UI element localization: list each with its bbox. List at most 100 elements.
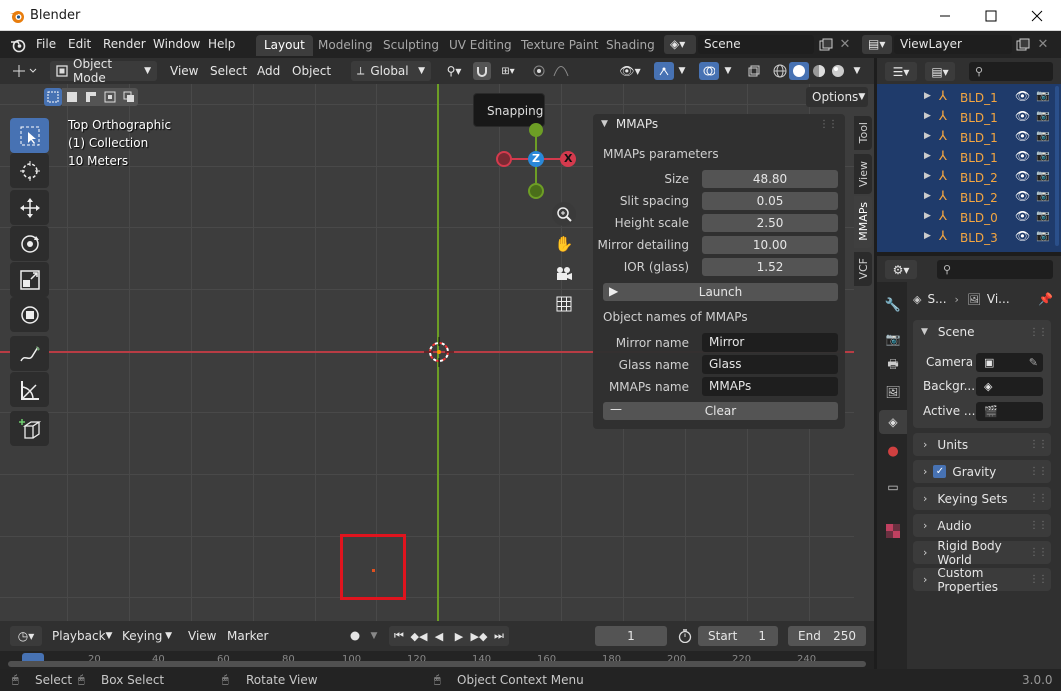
- tab-texture-paint[interactable]: Texture Paint: [513, 35, 606, 56]
- tool-cursor[interactable]: [10, 153, 49, 188]
- menu-edit[interactable]: Edit: [68, 37, 91, 51]
- expand-arrow-icon[interactable]: ▶: [924, 191, 931, 201]
- camera-render-icon[interactable]: 📷: [1036, 149, 1050, 162]
- transform-orientation-dropdown[interactable]: ⟂ Global ▼: [351, 61, 431, 81]
- proportional-editing-icon[interactable]: [530, 62, 548, 80]
- select-extend-icon[interactable]: [62, 88, 81, 106]
- tool-move[interactable]: [10, 190, 49, 225]
- editor-type-icon[interactable]: [10, 62, 42, 80]
- tool-transform[interactable]: [10, 297, 49, 332]
- outliner-scrollbar[interactable]: [1055, 86, 1059, 246]
- outliner-editor-type-icon[interactable]: ☰▾: [885, 62, 917, 81]
- viewport-menu-add[interactable]: Add: [257, 64, 280, 78]
- tab-tool[interactable]: Tool: [854, 116, 872, 150]
- collection-properties-icon[interactable]: ▭: [883, 478, 903, 496]
- expand-arrow-icon[interactable]: ▶: [924, 111, 931, 121]
- drag-handle-icon[interactable]: ⋮⋮: [1029, 547, 1048, 558]
- menu-help[interactable]: Help: [208, 37, 235, 51]
- texture-properties-icon[interactable]: [883, 522, 903, 540]
- list-item[interactable]: ▶ ⅄ BLD_1 👁 📷: [877, 108, 1061, 128]
- stopwatch-icon[interactable]: [675, 626, 695, 646]
- eye-icon[interactable]: 👁: [1015, 229, 1030, 243]
- timeline-ruler[interactable]: 20 40 60 80 100 120 140 160 180 200 220 …: [0, 651, 874, 669]
- menu-window[interactable]: Window: [153, 37, 200, 51]
- start-frame-field[interactable]: Start 1: [698, 626, 778, 646]
- eye-icon[interactable]: 👁: [1015, 189, 1030, 203]
- tab-view[interactable]: View: [854, 154, 872, 194]
- tab-vcf[interactable]: VCF: [854, 252, 872, 286]
- gizmo-dropdown-icon[interactable]: ▼: [675, 62, 689, 80]
- prev-keyframe-icon[interactable]: ◆◀: [409, 626, 429, 646]
- visibility-icon[interactable]: 👁▾: [617, 62, 643, 80]
- drag-handle-icon[interactable]: ⋮⋮: [1029, 466, 1048, 477]
- list-item[interactable]: ▶ ⅄ BLD_1 👁 📷: [877, 88, 1061, 108]
- units-panel[interactable]: › Units ⋮⋮: [913, 433, 1051, 456]
- next-keyframe-icon[interactable]: ▶◆: [469, 626, 489, 646]
- viewport-menu-object[interactable]: Object: [292, 64, 331, 78]
- pin-icon[interactable]: 📌: [1038, 292, 1053, 306]
- play-reverse-icon[interactable]: ◀: [429, 626, 449, 646]
- overlays-dropdown-icon[interactable]: ▼: [721, 62, 735, 80]
- eye-icon[interactable]: 👁: [1015, 109, 1030, 123]
- scene-properties-icon[interactable]: ◈: [879, 410, 907, 434]
- drag-handle-icon[interactable]: ⋮⋮: [1029, 493, 1048, 504]
- navigation-gizmo[interactable]: Z X: [494, 120, 578, 200]
- drag-handle-icon[interactable]: ⋮⋮: [1029, 574, 1048, 585]
- eye-icon[interactable]: 👁: [1015, 209, 1030, 223]
- active-clip-field[interactable]: 🎬: [976, 402, 1043, 421]
- mirror-name-input[interactable]: Mirror: [702, 333, 838, 352]
- timeline-menu-view[interactable]: View: [188, 629, 216, 643]
- audio-panel[interactable]: › Audio ⋮⋮: [913, 514, 1051, 537]
- minimize-button[interactable]: [922, 0, 968, 31]
- camera-render-icon[interactable]: 📷: [1036, 169, 1050, 182]
- expand-arrow-icon[interactable]: ▶: [924, 151, 931, 161]
- gravity-panel[interactable]: › ✓ Gravity ⋮⋮: [913, 460, 1051, 483]
- list-item[interactable]: ▶ ⅄ BLD_1 👁 📷: [877, 128, 1061, 148]
- record-dropdown-icon[interactable]: ▼: [366, 627, 382, 645]
- tool-annotate[interactable]: [10, 336, 49, 371]
- tool-add-cube[interactable]: [10, 411, 49, 446]
- clear-button[interactable]: — Clear: [603, 402, 838, 420]
- list-item[interactable]: ▶ ⅄ BLD_2 👁 📷: [877, 168, 1061, 188]
- jump-start-icon[interactable]: ⏮: [389, 626, 409, 646]
- camera-view-icon[interactable]: [552, 262, 576, 286]
- playback-dropdown[interactable]: Playback ▼: [46, 626, 116, 646]
- expand-arrow-icon[interactable]: ▶: [924, 131, 931, 141]
- camera-render-icon[interactable]: 📷: [1036, 229, 1050, 242]
- expand-arrow-icon[interactable]: ▶: [924, 231, 931, 241]
- select-intersect-icon[interactable]: [119, 88, 138, 106]
- falloff-icon[interactable]: [550, 62, 572, 80]
- gizmo-toggle-icon[interactable]: [654, 62, 674, 80]
- scene-name-field[interactable]: Scene: [698, 35, 814, 54]
- expand-arrow-icon[interactable]: ▶: [924, 211, 931, 221]
- pivot-point-icon[interactable]: ⚲▾: [437, 62, 471, 80]
- camera-field[interactable]: ▣ ✎: [976, 353, 1043, 372]
- shading-solid-icon[interactable]: [789, 62, 809, 80]
- tool-scale[interactable]: [10, 262, 49, 297]
- pan-hand-icon[interactable]: ✋: [552, 232, 576, 256]
- menu-file[interactable]: File: [36, 37, 56, 51]
- options-dropdown[interactable]: Options ▼: [806, 87, 868, 107]
- xray-toggle-icon[interactable]: [745, 62, 763, 80]
- shading-dropdown-icon[interactable]: ▼: [850, 62, 864, 80]
- height-scale-field[interactable]: 2.50: [702, 214, 838, 232]
- jump-end-icon[interactable]: ⏭: [489, 626, 509, 646]
- eye-icon[interactable]: 👁: [1015, 149, 1030, 163]
- drag-handle-icon[interactable]: ⋮⋮: [1029, 327, 1048, 338]
- timeline-scrollbar[interactable]: [8, 661, 866, 667]
- tab-modeling[interactable]: Modeling: [310, 35, 381, 56]
- zoom-icon[interactable]: [552, 202, 576, 226]
- viewport-menu-view[interactable]: View: [170, 64, 198, 78]
- close-window-button[interactable]: [1014, 0, 1060, 31]
- eyedropper-icon[interactable]: ✎: [1029, 356, 1038, 369]
- shading-rendered-icon[interactable]: [828, 62, 848, 80]
- mmaps-panel-header[interactable]: ▼ MMAPs ⋮⋮: [593, 114, 845, 134]
- glass-name-input[interactable]: Glass: [702, 355, 838, 374]
- scene-selector-icon[interactable]: ◈▾: [664, 35, 696, 54]
- background-scene-field[interactable]: ◈: [976, 377, 1043, 396]
- keying-dropdown[interactable]: Keying ▼: [116, 626, 178, 646]
- 3d-cursor-icon[interactable]: [424, 337, 454, 367]
- eye-icon[interactable]: 👁: [1015, 129, 1030, 143]
- list-item[interactable]: ▶ ⅄ BLD_2 👁 📷: [877, 188, 1061, 208]
- tool-rotate[interactable]: [10, 226, 49, 261]
